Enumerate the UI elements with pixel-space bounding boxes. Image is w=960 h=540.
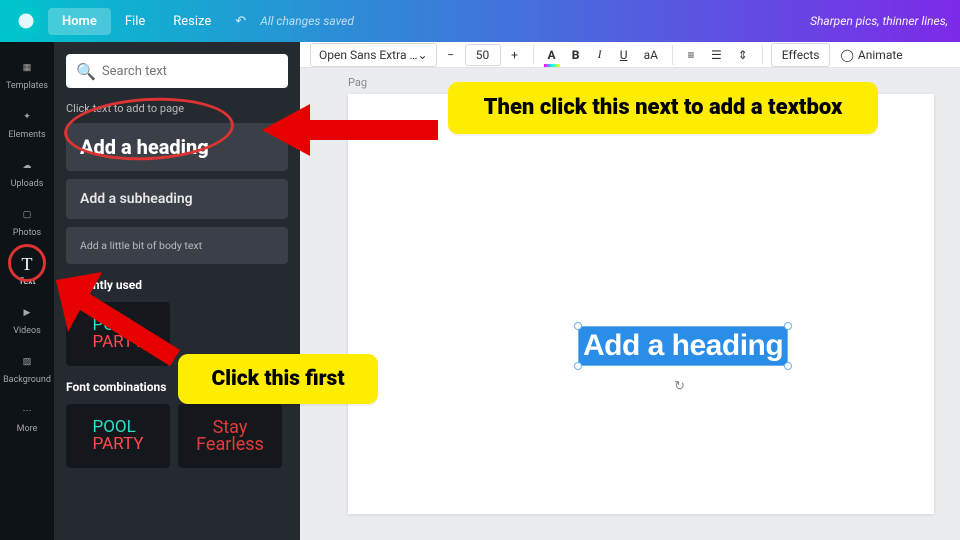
effects-button[interactable]: Effects	[771, 43, 831, 67]
rail-uploads[interactable]: ☁Uploads	[0, 148, 54, 197]
resize-handle[interactable]	[574, 322, 582, 330]
underline-button[interactable]: U	[614, 44, 634, 66]
animate-button[interactable]: ◯Animate	[834, 44, 908, 66]
font-size-plus[interactable]: +	[505, 44, 525, 66]
rail-videos[interactable]: ▶Videos	[0, 295, 54, 344]
tab-home[interactable]: Home	[48, 8, 111, 35]
resize-handle[interactable]	[784, 322, 792, 330]
more-icon: ⋯	[17, 401, 37, 421]
rail-elements[interactable]: ✦Elements	[0, 99, 54, 148]
italic-button[interactable]: I	[590, 43, 610, 66]
page-label: Pag	[348, 76, 367, 89]
save-status: All changes saved	[260, 14, 354, 28]
font-combo-2[interactable]: StayFearless	[178, 404, 282, 468]
tab-resize[interactable]: Resize	[159, 8, 225, 35]
rotate-handle[interactable]: ↻	[674, 379, 692, 397]
search-text-box[interactable]: 🔍	[66, 54, 288, 88]
case-button[interactable]: aA	[638, 44, 664, 66]
uploads-icon: ☁	[17, 156, 37, 176]
font-size-minus[interactable]: −	[441, 44, 461, 66]
resize-handle[interactable]	[574, 362, 582, 370]
annotation-callout: Click this first	[178, 354, 378, 404]
search-input[interactable]	[102, 64, 278, 79]
annotation-circle	[8, 244, 46, 282]
resize-handle[interactable]	[784, 362, 792, 370]
spacing-button[interactable]: ⇕	[732, 44, 754, 66]
undo-icon[interactable]: ↶	[235, 14, 246, 29]
photos-icon: ▢	[17, 205, 37, 225]
chevron-down-icon: ⌄	[417, 48, 427, 62]
add-body-button[interactable]: Add a little bit of body text	[66, 227, 288, 264]
rail-templates[interactable]: ▦Templates	[0, 50, 54, 99]
app-logo[interactable]	[12, 7, 40, 35]
text-color-button[interactable]: A	[542, 44, 562, 66]
search-icon: 🔍	[76, 62, 96, 81]
elements-icon: ✦	[17, 107, 37, 127]
font-picker[interactable]: Open Sans Extra …⌄	[310, 43, 437, 67]
align-button[interactable]: ≡	[681, 44, 701, 66]
font-combo-1[interactable]: POOLPARTY	[66, 404, 170, 468]
rail-photos[interactable]: ▢Photos	[0, 197, 54, 246]
selected-textbox[interactable]: Add a heading ↻	[578, 326, 788, 366]
background-icon: ▨	[17, 352, 37, 372]
annotation-arrow	[56, 272, 186, 372]
rail-background[interactable]: ▨Background	[0, 344, 54, 393]
list-button[interactable]: ☰	[705, 44, 728, 66]
videos-icon: ▶	[17, 303, 37, 323]
font-size-value[interactable]: 50	[465, 44, 501, 66]
annotation-callout: Then click this next to add a textbox	[448, 82, 878, 134]
add-subheading-button[interactable]: Add a subheading	[66, 179, 288, 219]
annotation-arrow	[262, 96, 442, 176]
animate-icon: ◯	[840, 48, 853, 62]
tab-file[interactable]: File	[111, 8, 159, 35]
templates-icon: ▦	[17, 58, 37, 78]
rail-more[interactable]: ⋯More	[0, 393, 54, 442]
top-right-text: Sharpen pics, thinner lines,	[810, 14, 948, 28]
bold-button[interactable]: B	[566, 44, 586, 66]
